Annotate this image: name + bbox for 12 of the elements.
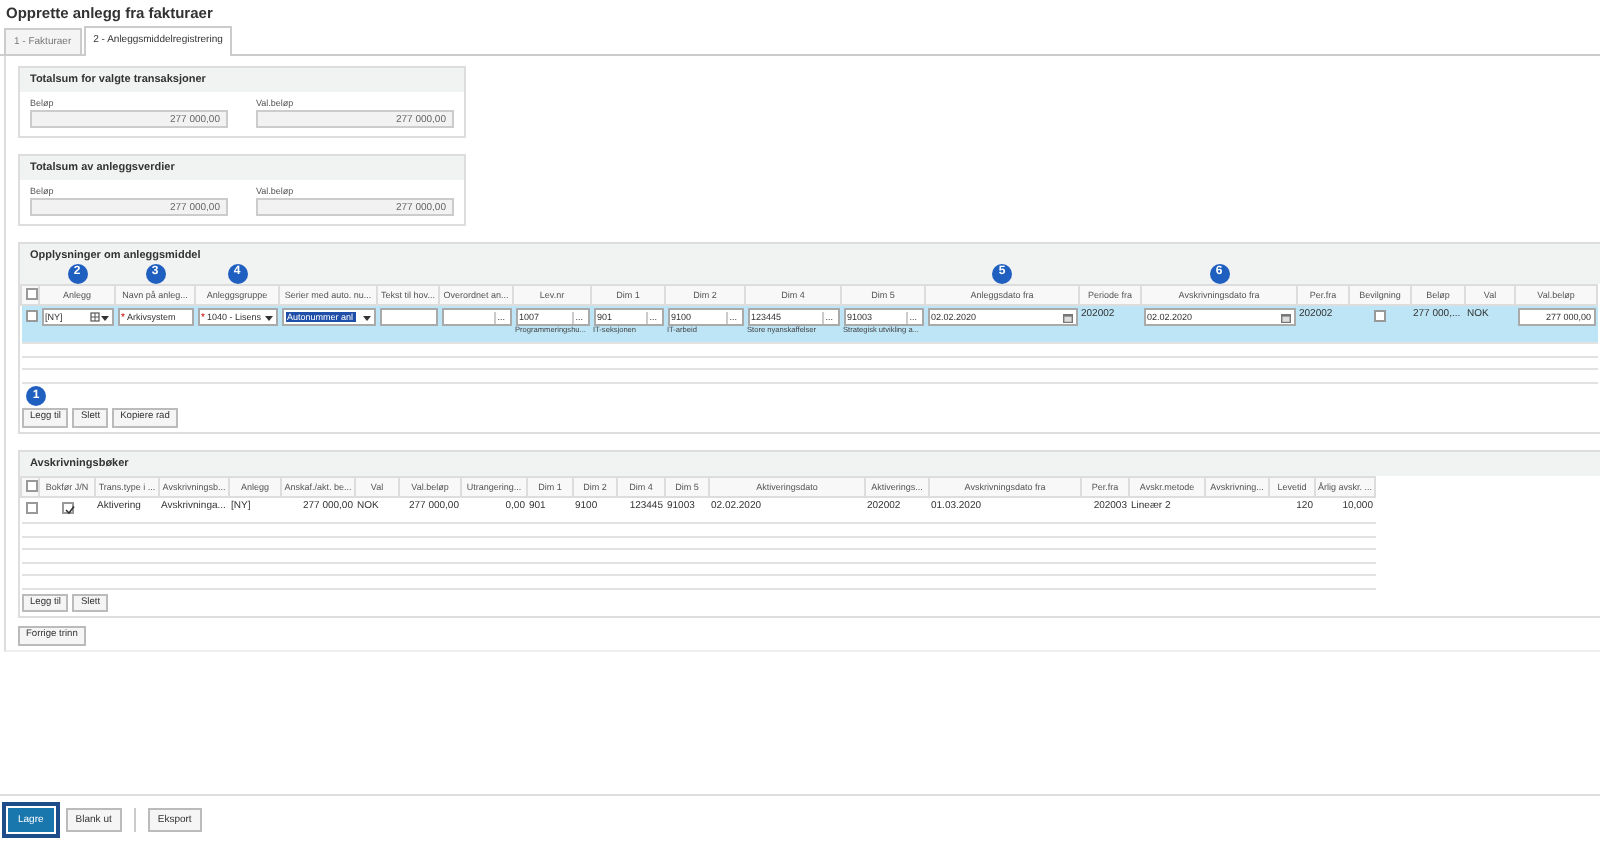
checkbox[interactable] — [25, 502, 37, 515]
caret-icon[interactable] — [99, 311, 109, 324]
checkbox[interactable] — [25, 310, 37, 323]
input-field[interactable] — [379, 308, 437, 327]
checkbox[interactable] — [1374, 310, 1386, 323]
grid-icon[interactable] — [89, 312, 99, 323]
checkbox[interactable] — [26, 288, 37, 300]
checkbox[interactable] — [26, 479, 37, 492]
caret-icon[interactable] — [361, 311, 371, 324]
caret-icon[interactable] — [263, 311, 273, 324]
calendar-icon[interactable] — [1279, 311, 1291, 324]
calendar-icon[interactable] — [1061, 311, 1073, 324]
